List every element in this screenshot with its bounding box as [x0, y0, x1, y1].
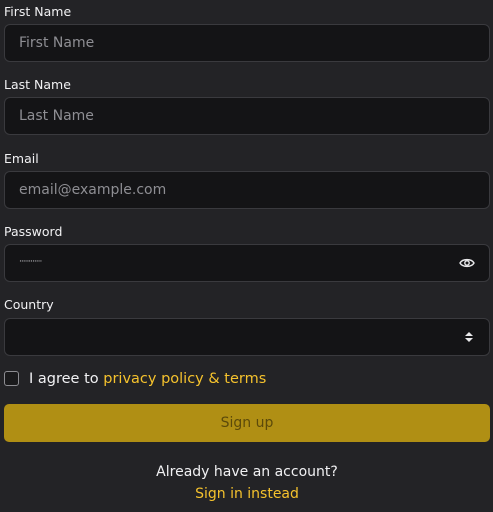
- email-field-box: [4, 171, 490, 209]
- email-label: Email: [4, 151, 39, 166]
- agree-checkbox[interactable]: [4, 371, 19, 386]
- password-field[interactable]: ············: [4, 244, 490, 282]
- password-label: Password: [4, 224, 63, 239]
- agree-text: I agree to privacy policy & terms: [29, 371, 266, 387]
- sort-arrows-icon: [465, 332, 473, 342]
- agree-prefix: I agree to: [29, 371, 99, 387]
- first-name-input[interactable]: [5, 25, 489, 61]
- signup-button[interactable]: Sign up: [4, 404, 490, 442]
- country-select[interactable]: [4, 318, 490, 356]
- already-account-text: Already have an account?: [156, 464, 338, 480]
- last-name-field-box: [4, 97, 490, 135]
- country-label: Country: [4, 297, 54, 312]
- first-name-label: First Name: [4, 4, 72, 19]
- password-masked-value: ············: [19, 257, 42, 267]
- email-input[interactable]: [5, 172, 489, 208]
- last-name-label: Last Name: [4, 77, 71, 92]
- eye-icon[interactable]: [459, 256, 475, 270]
- last-name-input[interactable]: [5, 98, 489, 134]
- privacy-terms-link[interactable]: privacy policy & terms: [103, 371, 266, 387]
- signin-link[interactable]: Sign in instead: [4, 486, 490, 502]
- first-name-field-box: [4, 24, 490, 62]
